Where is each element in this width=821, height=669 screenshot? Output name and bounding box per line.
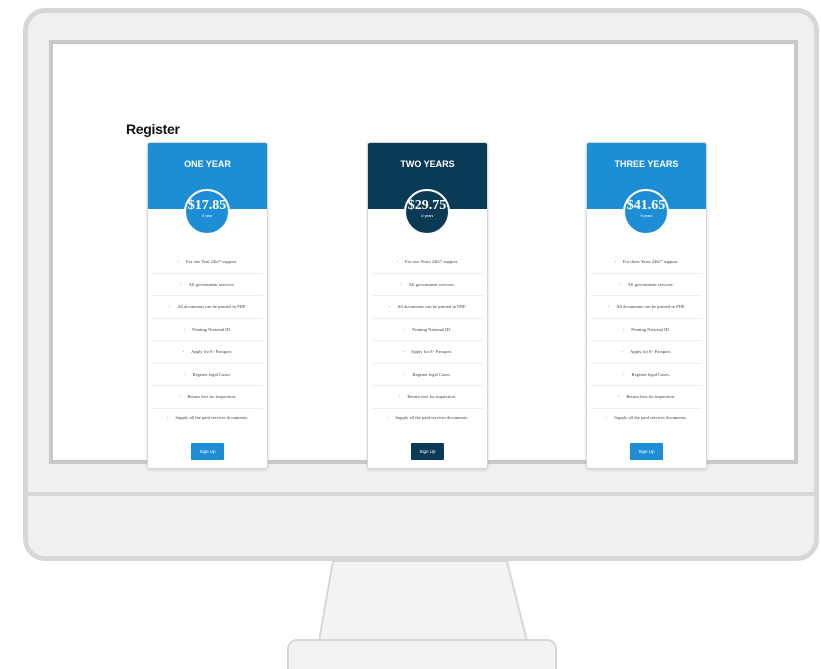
plan-period: /3 years	[639, 214, 653, 218]
feature-item: All government services.	[152, 274, 263, 296]
monitor-frame: Register ONE YEAR $17.85/1 year For one Ye…	[23, 8, 819, 561]
feature-item: Apply for E- Passport.	[152, 341, 263, 364]
feature-item: All government services.	[372, 274, 483, 296]
pricing-card: THREE YEARS $41.65/3 years For three Years…	[586, 142, 707, 469]
monitor-base	[287, 639, 557, 669]
feature-item: Register legal Cases.	[591, 364, 702, 386]
feature-item: Printing National ID.	[591, 319, 702, 341]
sign-up-button[interactable]: Sign Up	[191, 443, 224, 460]
sign-up-button[interactable]: Sign Up	[630, 443, 663, 460]
feature-item: Return fees for inspection.	[591, 386, 702, 409]
monitor-chin-divider	[28, 492, 814, 496]
feature-item: For one Year 24h/7 support.	[152, 251, 263, 274]
monitor-stand	[319, 561, 527, 641]
plan-price: $41.65	[626, 198, 666, 213]
plan-period: /2 years	[420, 214, 434, 218]
feature-item: Supply all the paid services documents.	[372, 409, 483, 435]
feature-item: All documents can be printed in PDF.	[372, 296, 483, 319]
feature-item: All documents can be printed in PDF.	[152, 296, 263, 319]
feature-item: Apply for E- Passport.	[372, 341, 483, 364]
pricing-card: TWO YEARS $29.75/2 years For two Years 24h…	[367, 142, 488, 469]
plan-price: $17.85	[187, 198, 227, 213]
price-badge: $41.65/3 years	[623, 189, 669, 235]
feature-item: For three Years 24h/7 support.	[591, 251, 702, 274]
feature-item: Register legal Cases.	[152, 364, 263, 386]
plan-name: THREE YEARS	[614, 159, 679, 169]
feature-item: Apply for E- Passport.	[591, 341, 702, 364]
feature-item: Return fees for inspection.	[152, 386, 263, 409]
feature-item: All government services.	[591, 274, 702, 296]
feature-item: Printing National ID.	[152, 319, 263, 341]
feature-list: For three Years 24h/7 support.All govern…	[591, 251, 702, 435]
sign-up-button[interactable]: Sign Up	[411, 443, 444, 460]
feature-list: For two Years 24h/7 support.All governme…	[372, 251, 483, 435]
feature-item: Return fees for inspection.	[372, 386, 483, 409]
feature-item: Printing National ID.	[372, 319, 483, 341]
monitor-screen: Register ONE YEAR $17.85/1 year For one Ye…	[49, 40, 798, 469]
plan-period: /1 year	[201, 214, 213, 218]
plan-price: $29.75	[407, 198, 447, 213]
feature-item: Supply all the paid services documents.	[152, 409, 263, 435]
feature-item: Supply all the paid services documents.	[591, 409, 702, 435]
price-badge: $29.75/2 years	[404, 189, 450, 235]
page-title: Register	[126, 121, 180, 137]
pricing-card: ONE YEAR $17.85/1 year For one Year 24h/7 …	[147, 142, 268, 469]
feature-item: Register legal Cases.	[372, 364, 483, 386]
plan-name: TWO YEARS	[400, 159, 455, 169]
feature-list: For one Year 24h/7 support.All governmen…	[152, 251, 263, 435]
feature-item: All documents can be printed in PDF.	[591, 296, 702, 319]
price-badge: $17.85/1 year	[184, 189, 230, 235]
plan-name: ONE YEAR	[184, 159, 231, 169]
feature-item: For two Years 24h/7 support.	[372, 251, 483, 274]
